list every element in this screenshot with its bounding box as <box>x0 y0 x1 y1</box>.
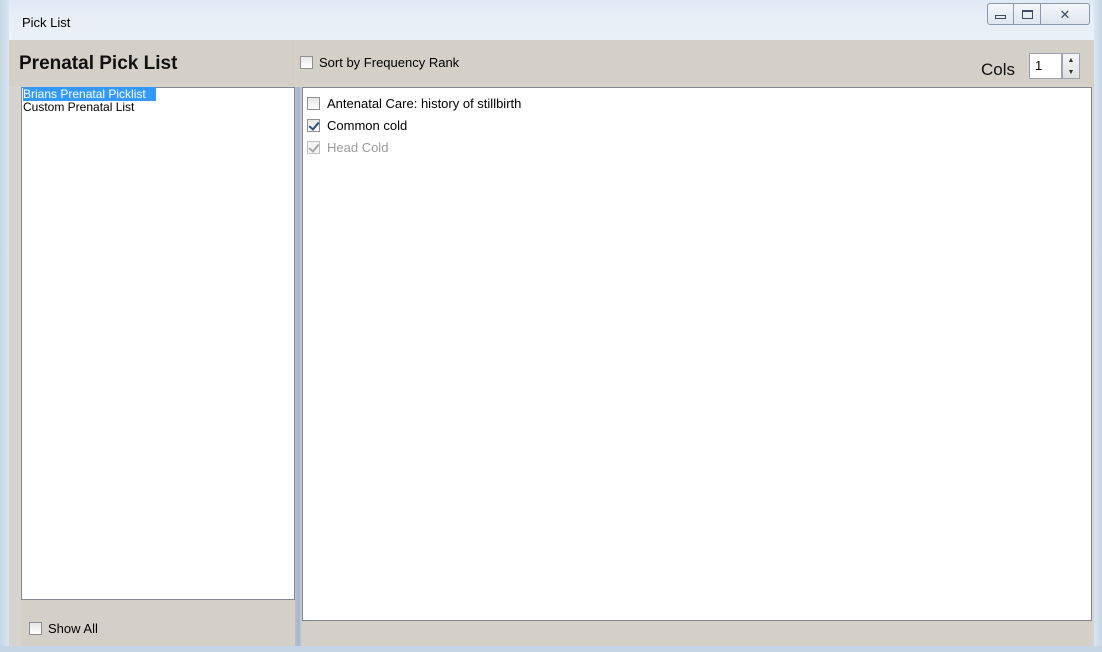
minimize-icon <box>995 15 1006 19</box>
pane-splitter[interactable] <box>295 87 302 646</box>
pick-item-label: Common cold <box>327 117 408 133</box>
pick-item[interactable]: Antenatal Care: history of stillbirth <box>303 92 1091 114</box>
pick-item: Head Cold <box>303 136 1091 158</box>
maximize-button[interactable] <box>1014 3 1041 25</box>
pick-item-label: Antenatal Care: history of stillbirth <box>327 95 522 111</box>
window-frame-left <box>0 0 9 652</box>
window-frame-bottom <box>0 646 1102 652</box>
pick-item-label: Head Cold <box>327 139 389 155</box>
cols-label: Cols <box>981 60 1016 79</box>
right-pane-footer <box>302 621 1092 646</box>
show-all-checkbox[interactable]: Show All <box>29 621 98 636</box>
window-frame-right <box>1094 0 1102 652</box>
pick-list-window: Pick List ✕ Prenatal Pick List Sort by F… <box>0 0 1102 652</box>
sort-checkbox-label: Sort by Frequency Rank <box>319 55 460 70</box>
pick-item-checkbox[interactable] <box>307 118 320 132</box>
pick-item-checkbox <box>307 140 320 154</box>
window-title: Pick List <box>22 15 71 30</box>
window-controls: ✕ <box>987 3 1090 25</box>
list-item-label: Brians Prenatal Picklist <box>23 87 156 101</box>
close-button[interactable]: ✕ <box>1041 3 1090 25</box>
show-all-checkbox-box[interactable] <box>29 622 42 635</box>
title-bar[interactable]: Pick List ✕ <box>0 0 1102 41</box>
stepper-down-icon[interactable]: ▼ <box>1063 66 1079 78</box>
maximize-icon <box>1021 9 1033 19</box>
cols-stepper[interactable]: ▲ ▼ <box>1062 53 1080 79</box>
minimize-button[interactable] <box>987 3 1014 25</box>
show-all-label: Show All <box>48 621 98 636</box>
list-item[interactable]: Custom Prenatal List <box>22 101 294 114</box>
pick-item[interactable]: Common cold <box>303 114 1091 136</box>
sort-checkbox-box[interactable] <box>300 56 313 69</box>
list-item-label: Custom Prenatal List <box>23 100 135 114</box>
pick-item-checkbox[interactable] <box>307 96 320 110</box>
close-icon: ✕ <box>1059 6 1071 22</box>
left-pane-header: Prenatal Pick List <box>9 40 295 86</box>
pane-title: Prenatal Pick List <box>19 53 178 74</box>
left-pane-footer: Show All <box>21 600 295 646</box>
pick-items-list: Antenatal Care: history of stillbirth Com… <box>302 87 1092 621</box>
client-area: Prenatal Pick List Sort by Frequency Ran… <box>9 40 1094 646</box>
picklist-listbox[interactable]: Brians Prenatal Picklist Custom Prenatal … <box>21 87 295 600</box>
sort-by-frequency-checkbox[interactable]: Sort by Frequency Rank <box>300 55 459 70</box>
stepper-up-icon[interactable]: ▲ <box>1063 54 1079 66</box>
cols-input[interactable]: 1 <box>1029 53 1062 79</box>
toolbar: Sort by Frequency Rank Cols 1 ▲ ▼ <box>296 40 1094 86</box>
